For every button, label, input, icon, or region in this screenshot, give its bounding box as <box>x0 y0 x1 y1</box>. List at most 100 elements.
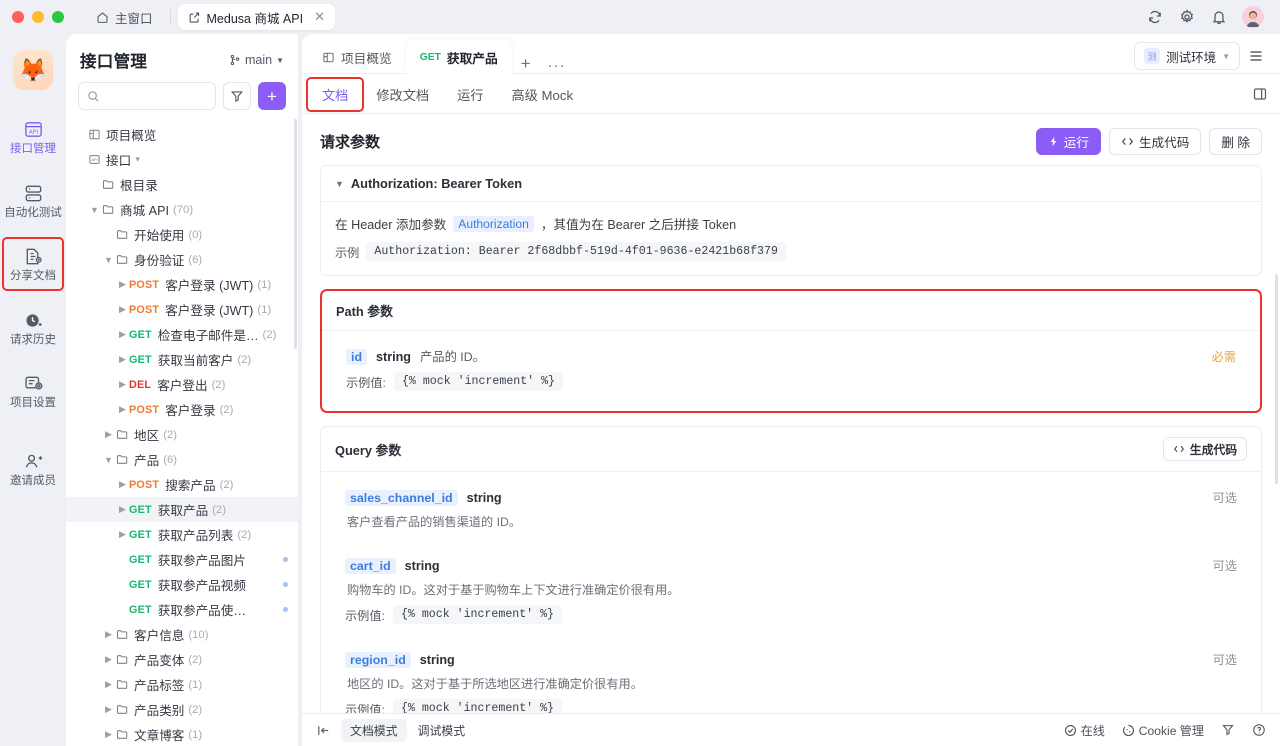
window-controls[interactable] <box>12 11 64 23</box>
chevron-right-icon[interactable]: ▶ <box>116 379 129 390</box>
content-scrollbar[interactable] <box>1275 274 1278 484</box>
tree-api-item[interactable]: ▶GET获取当前客户(2) <box>66 347 298 372</box>
tree-api-item[interactable]: ▶DEL客户登出(2) <box>66 372 298 397</box>
tree-folder-item[interactable]: ▶产品类别(2) <box>66 697 298 722</box>
chevron-right-icon[interactable]: ▶ <box>116 279 129 290</box>
close-window-button[interactable] <box>12 11 24 23</box>
status-badge[interactable]: 在线 <box>1064 722 1105 739</box>
chevron-right-icon[interactable]: ▶ <box>116 404 129 415</box>
generate-code-button[interactable]: 生成代码 <box>1109 128 1201 155</box>
bell-icon[interactable] <box>1210 9 1227 26</box>
avatar[interactable] <box>1242 6 1264 28</box>
tree-nav-item[interactable]: API接口▾ <box>66 147 298 172</box>
sync-icon[interactable] <box>1146 9 1163 26</box>
rail-item-request-history[interactable]: 请求历史 <box>4 303 62 353</box>
tree-folder-item[interactable]: ▶客户信息(10) <box>66 622 298 647</box>
tree-item-label: 获取参产品视频 <box>158 575 246 594</box>
delete-button-label: 删 除 <box>1221 132 1250 151</box>
tree-item-label: 项目概览 <box>106 125 156 144</box>
chevron-right-icon[interactable]: ▶ <box>102 429 115 440</box>
new-tab-button[interactable]: + <box>512 54 540 74</box>
authorization-card-header[interactable]: ▼ Authorization: Bearer Token <box>321 166 1261 201</box>
tree-api-item[interactable]: ▶GET检查电子邮件是…(2) <box>66 322 298 347</box>
chevron-down-icon[interactable]: ▼ <box>102 455 115 465</box>
tree-api-item[interactable]: ▶POST搜索产品(2) <box>66 472 298 497</box>
tab-get-product[interactable]: GET 获取产品 <box>406 40 512 74</box>
editor-tab-bar: 项目概览 GET 获取产品 + ··· 测 测试环境 ▼ <box>302 34 1280 74</box>
chevron-right-icon[interactable]: ▶ <box>102 729 115 740</box>
history-icon <box>23 310 44 331</box>
tree-api-item[interactable]: GET获取参产品使… <box>66 597 298 622</box>
minimize-window-button[interactable] <box>32 11 44 23</box>
tree-folder-item[interactable]: ▼身份验证(6) <box>66 247 298 272</box>
help-icon[interactable] <box>1252 723 1266 737</box>
tab-advanced-mock[interactable]: 高级 Mock <box>498 79 588 110</box>
chevron-right-icon[interactable]: ▶ <box>102 704 115 715</box>
tree-folder-item[interactable]: ▶文章博客(1) <box>66 722 298 746</box>
svg-text:API: API <box>91 157 98 162</box>
tree-folder-item[interactable]: 根目录 <box>66 172 298 197</box>
query-generate-code-button[interactable]: 生成代码 <box>1163 437 1247 461</box>
rail-item-invite-member[interactable]: 邀请成员 <box>4 444 62 494</box>
branch-selector[interactable]: main ▼ <box>229 53 284 67</box>
chevron-down-icon[interactable]: ▼ <box>102 255 115 265</box>
tree-folder-item[interactable]: ▼产品(6) <box>66 447 298 472</box>
tree-folder-item[interactable]: ▶产品变体(2) <box>66 647 298 672</box>
chevron-right-icon[interactable]: ▶ <box>116 504 129 515</box>
chevron-right-icon[interactable]: ▶ <box>116 479 129 490</box>
chevron-down-icon[interactable]: ▾ <box>131 154 144 165</box>
tab-edit-document[interactable]: 修改文档 <box>362 79 443 110</box>
tree-api-item[interactable]: ▶GET获取产品列表(2) <box>66 522 298 547</box>
chevron-right-icon[interactable]: ▶ <box>116 304 129 315</box>
rail-item-share-doc[interactable]: 分享文档 <box>4 239 62 289</box>
chevron-right-icon[interactable]: ▶ <box>116 354 129 365</box>
add-api-button[interactable]: + <box>258 82 286 110</box>
tree-folder-item[interactable]: ▶地区(2) <box>66 422 298 447</box>
chevron-right-icon[interactable]: ▶ <box>102 654 115 665</box>
menu-icon[interactable] <box>1242 42 1270 70</box>
tree-api-item[interactable]: GET获取参产品视频 <box>66 572 298 597</box>
rail-item-project-settings[interactable]: 项目设置 <box>4 366 62 416</box>
gear-icon[interactable] <box>1178 9 1195 26</box>
tab-overflow-button[interactable]: ··· <box>540 57 574 74</box>
tab-document[interactable]: 文档 <box>308 79 362 110</box>
tree-api-item[interactable]: ▶POST客户登录 (JWT)(1) <box>66 272 298 297</box>
api-tree[interactable]: 项目概览API接口▾根目录▼商城 API(70)开始使用(0)▼身份验证(6)▶… <box>66 118 298 746</box>
filter-button[interactable] <box>223 82 251 110</box>
mode-switch[interactable]: 文档模式 调试模式 <box>341 719 474 742</box>
collapse-left-icon[interactable] <box>316 723 331 738</box>
tree-api-item[interactable]: ▶GET获取产品(2) <box>66 497 298 522</box>
run-button[interactable]: 运行 <box>1036 128 1101 155</box>
close-icon[interactable]: ✕ <box>314 9 325 25</box>
tree-nav-item[interactable]: 项目概览 <box>66 122 298 147</box>
sidebar-scrollbar[interactable] <box>294 119 297 349</box>
delete-button[interactable]: 删 除 <box>1209 128 1262 155</box>
tree-folder-item[interactable]: ▶产品标签(1) <box>66 672 298 697</box>
tree-api-item[interactable]: GET获取参产品图片 <box>66 547 298 572</box>
tree-folder-item[interactable]: ▼商城 API(70) <box>66 197 298 222</box>
chevron-right-icon[interactable]: ▶ <box>102 629 115 640</box>
rail-item-label: 请求历史 <box>10 335 56 347</box>
project-tab[interactable]: Medusa 商城 API ✕ <box>178 4 335 30</box>
environment-selector[interactable]: 测 测试环境 ▼ <box>1134 42 1240 70</box>
rail-item-api-manage[interactable]: API 接口管理 <box>4 112 62 162</box>
chevron-right-icon[interactable]: ▶ <box>102 679 115 690</box>
tab-run[interactable]: 运行 <box>443 79 497 110</box>
tab-project-overview[interactable]: 项目概览 <box>308 40 406 74</box>
search-input[interactable] <box>106 89 207 103</box>
chevron-right-icon[interactable]: ▶ <box>116 529 129 540</box>
chevron-right-icon[interactable]: ▶ <box>116 329 129 340</box>
search-input-wrap[interactable] <box>78 82 216 110</box>
cookie-manage-button[interactable]: Cookie 管理 <box>1122 722 1204 739</box>
home-window-tab[interactable]: 主窗口 <box>86 4 163 30</box>
split-view-icon[interactable] <box>1252 86 1268 102</box>
mode-debug[interactable]: 调试模式 <box>409 719 475 742</box>
rail-item-automation-test[interactable]: 自动化测试 <box>4 176 62 226</box>
tree-api-item[interactable]: ▶POST客户登录(2) <box>66 397 298 422</box>
tree-folder-item[interactable]: 开始使用(0) <box>66 222 298 247</box>
tree-api-item[interactable]: ▶POST客户登录 (JWT)(1) <box>66 297 298 322</box>
maximize-window-button[interactable] <box>52 11 64 23</box>
mode-document[interactable]: 文档模式 <box>341 719 407 742</box>
filter-icon[interactable] <box>1221 723 1235 737</box>
chevron-down-icon[interactable]: ▼ <box>88 205 101 215</box>
